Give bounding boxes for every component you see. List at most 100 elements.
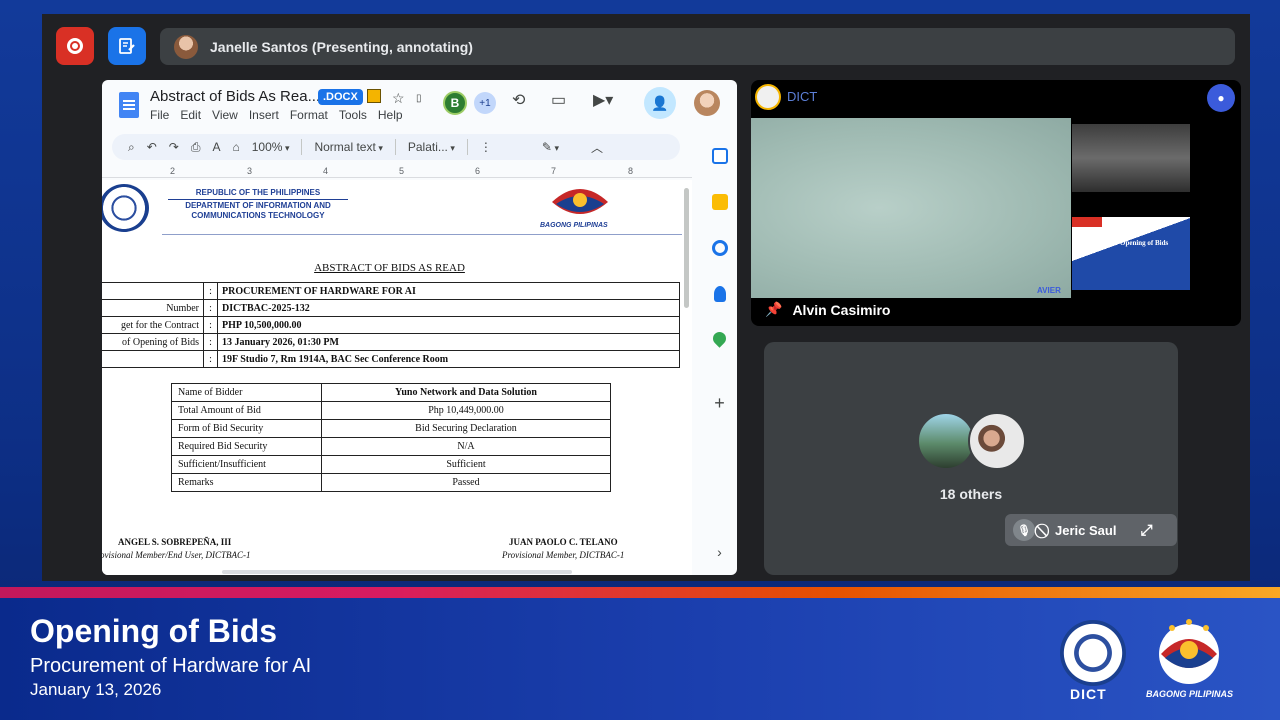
presenter-label: Janelle Santos (Presenting, annotating) bbox=[210, 38, 473, 55]
lower-third-date: January 13, 2026 bbox=[30, 680, 162, 699]
slide-thumbnail: Opening of Bids bbox=[1072, 217, 1190, 290]
vertical-scrollbar[interactable] bbox=[684, 188, 689, 308]
self-name: Jeric Saul bbox=[1055, 522, 1117, 538]
table-row: : PROCUREMENT OF HARDWARE FOR AI bbox=[102, 282, 680, 300]
slide-title: Opening of Bids bbox=[1120, 239, 1169, 247]
add-person-icon: 👤 bbox=[651, 94, 669, 111]
print-icon[interactable]: ⎙ bbox=[191, 140, 201, 155]
maps-icon[interactable] bbox=[710, 329, 729, 348]
stage: Janelle Santos (Presenting, annotating) … bbox=[0, 0, 1280, 720]
bid-value: Php 10,449,000.00 bbox=[321, 401, 611, 420]
document-title[interactable]: Abstract of Bids As Rea... bbox=[150, 88, 320, 105]
mic-off-icon[interactable]: 🎙 bbox=[1013, 519, 1035, 541]
table-row: Sufficient/Insufficient Sufficient bbox=[171, 455, 611, 474]
bagong-pilipinas-logo bbox=[552, 189, 608, 214]
pin-icon[interactable]: 📌 bbox=[765, 301, 782, 318]
calendar-icon[interactable] bbox=[711, 148, 728, 164]
info-value: 13 January 2026, 01:30 PM bbox=[217, 333, 680, 351]
participant-avatar bbox=[917, 412, 975, 470]
menu-help[interactable]: Help bbox=[378, 108, 403, 122]
ruler-tick: 3 bbox=[247, 166, 253, 176]
agency-line-3: COMMUNICATIONS TECHNOLOGY bbox=[191, 211, 325, 220]
document-heading: ABSTRACT OF BIDS AS READ bbox=[314, 262, 465, 274]
self-view-chip[interactable]: 🎙 ⃠ Jeric Saul ⤢ bbox=[1005, 514, 1177, 546]
folder-move-icon[interactable] bbox=[367, 89, 381, 103]
bid-key: Total Amount of Bid bbox=[171, 401, 322, 420]
bid-key: Remarks bbox=[171, 473, 322, 492]
spellcheck-icon[interactable]: A bbox=[212, 140, 220, 154]
redo-icon[interactable]: ↷ bbox=[169, 140, 179, 154]
menu-insert[interactable]: Insert bbox=[249, 108, 279, 122]
ruler: 2 3 4 5 6 7 8 bbox=[102, 164, 692, 178]
meet-video-icon[interactable]: ▶▾ bbox=[593, 90, 613, 110]
bid-key: Required Bid Security bbox=[171, 437, 322, 456]
slide-accent bbox=[1072, 217, 1102, 227]
expand-panel-icon[interactable]: › bbox=[717, 544, 722, 560]
info-table: : PROCUREMENT OF HARDWARE FOR AI Number: D… bbox=[102, 282, 680, 368]
docs-icon[interactable] bbox=[119, 92, 139, 118]
dict-seal-logo bbox=[1060, 620, 1126, 686]
info-value: PHP 10,500,000.00 bbox=[217, 316, 680, 334]
menu-tools[interactable]: Tools bbox=[339, 108, 367, 122]
dict-seal-logo bbox=[102, 184, 149, 232]
keep-icon[interactable] bbox=[711, 194, 728, 210]
table-row: Form of Bid Security Bid Securing Declara… bbox=[171, 419, 611, 438]
search-icon[interactable]: ⌕ bbox=[128, 140, 135, 155]
paint-format-icon[interactable]: ⌂ bbox=[232, 140, 239, 154]
document-page[interactable]: REPUBLIC OF THE PHILIPPINES DEPARTMENT O… bbox=[102, 180, 692, 575]
agency-line-2: DEPARTMENT OF INFORMATION AND bbox=[185, 201, 331, 210]
pinned-participant-tile[interactable]: DICT ● Opening of Bids AVIER 📌 Alvin Cas… bbox=[751, 80, 1241, 326]
signatory-1-role: ovisional Member/End User, DICTBAC-1 bbox=[102, 550, 251, 560]
collapse-toolbar-icon[interactable]: ︿ bbox=[591, 139, 603, 156]
signatory-1-name: ANGEL S. SOBREPEÑA, III bbox=[118, 537, 232, 547]
ruler-tick: 7 bbox=[551, 166, 557, 176]
info-value: 19F Studio 7, Rm 1914A, BAC Sec Conferen… bbox=[217, 350, 680, 368]
pinned-name-label: 📌 Alvin Casimiro bbox=[765, 301, 890, 318]
collaborator-avatar[interactable]: B bbox=[443, 91, 467, 115]
bid-key: Sufficient/Insufficient bbox=[171, 455, 322, 474]
info-label: Number bbox=[102, 299, 204, 317]
tasks-icon[interactable] bbox=[711, 240, 728, 256]
toolbar-divider bbox=[394, 139, 396, 155]
meet-window: Janelle Santos (Presenting, annotating) … bbox=[42, 14, 1250, 581]
lower-third-stripe bbox=[0, 587, 1280, 598]
google-docs-window: Abstract of Bids As Rea... .DOCX ☆ ▯ Fil… bbox=[102, 80, 737, 575]
history-icon[interactable]: ⟲ bbox=[512, 90, 525, 110]
bid-value: Sufficient bbox=[321, 455, 611, 474]
bagong-pilipinas-logo bbox=[1159, 619, 1219, 684]
user-avatar[interactable] bbox=[694, 90, 720, 116]
style-select[interactable]: Normal text bbox=[314, 140, 382, 154]
more-options-icon[interactable]: ⋮ bbox=[480, 140, 492, 154]
side-panel: + › bbox=[702, 134, 737, 575]
more-collaborators[interactable]: +1 bbox=[474, 92, 496, 114]
bid-value: N/A bbox=[321, 437, 611, 456]
star-icon[interactable]: ☆ bbox=[392, 90, 405, 107]
avier-logo-text: AVIER bbox=[1037, 286, 1061, 295]
menu-format[interactable]: Format bbox=[290, 108, 328, 122]
info-value: DICTBAC-2025-132 bbox=[217, 299, 680, 317]
menu-edit[interactable]: Edit bbox=[180, 108, 201, 122]
record-button[interactable] bbox=[56, 27, 94, 65]
bid-key: Form of Bid Security bbox=[171, 419, 322, 438]
font-select[interactable]: Palati... bbox=[408, 140, 455, 154]
table-row: Number: DICTBAC-2025-132 bbox=[102, 299, 680, 317]
add-addon-icon[interactable]: + bbox=[714, 393, 725, 414]
colon: : bbox=[203, 316, 218, 334]
toolbar-divider bbox=[466, 139, 468, 155]
notes-button[interactable] bbox=[108, 27, 146, 65]
menu-view[interactable]: View bbox=[212, 108, 238, 122]
undo-icon[interactable]: ↶ bbox=[147, 140, 157, 154]
share-button[interactable]: 👤 bbox=[644, 87, 676, 119]
participant-video bbox=[751, 118, 1071, 298]
comment-icon[interactable]: ▭ bbox=[551, 90, 566, 110]
horizontal-scrollbar[interactable] bbox=[222, 570, 572, 574]
cloud-status-icon[interactable]: ▯ bbox=[416, 93, 422, 104]
editing-mode-icon[interactable]: ✎ bbox=[542, 140, 559, 154]
expand-icon[interactable]: ⤢ bbox=[1140, 522, 1152, 539]
presenter-bar[interactable]: Janelle Santos (Presenting, annotating) bbox=[160, 28, 1235, 65]
menu-file[interactable]: File bbox=[150, 108, 169, 122]
info-label: of Opening of Bids bbox=[102, 333, 204, 351]
zoom-select[interactable]: 100% bbox=[252, 140, 290, 154]
contacts-icon[interactable] bbox=[713, 286, 726, 302]
docs-toolbar: ⌕ ↶ ↷ ⎙ A ⌂ 100% Normal text Palati... ⋮… bbox=[112, 134, 680, 160]
